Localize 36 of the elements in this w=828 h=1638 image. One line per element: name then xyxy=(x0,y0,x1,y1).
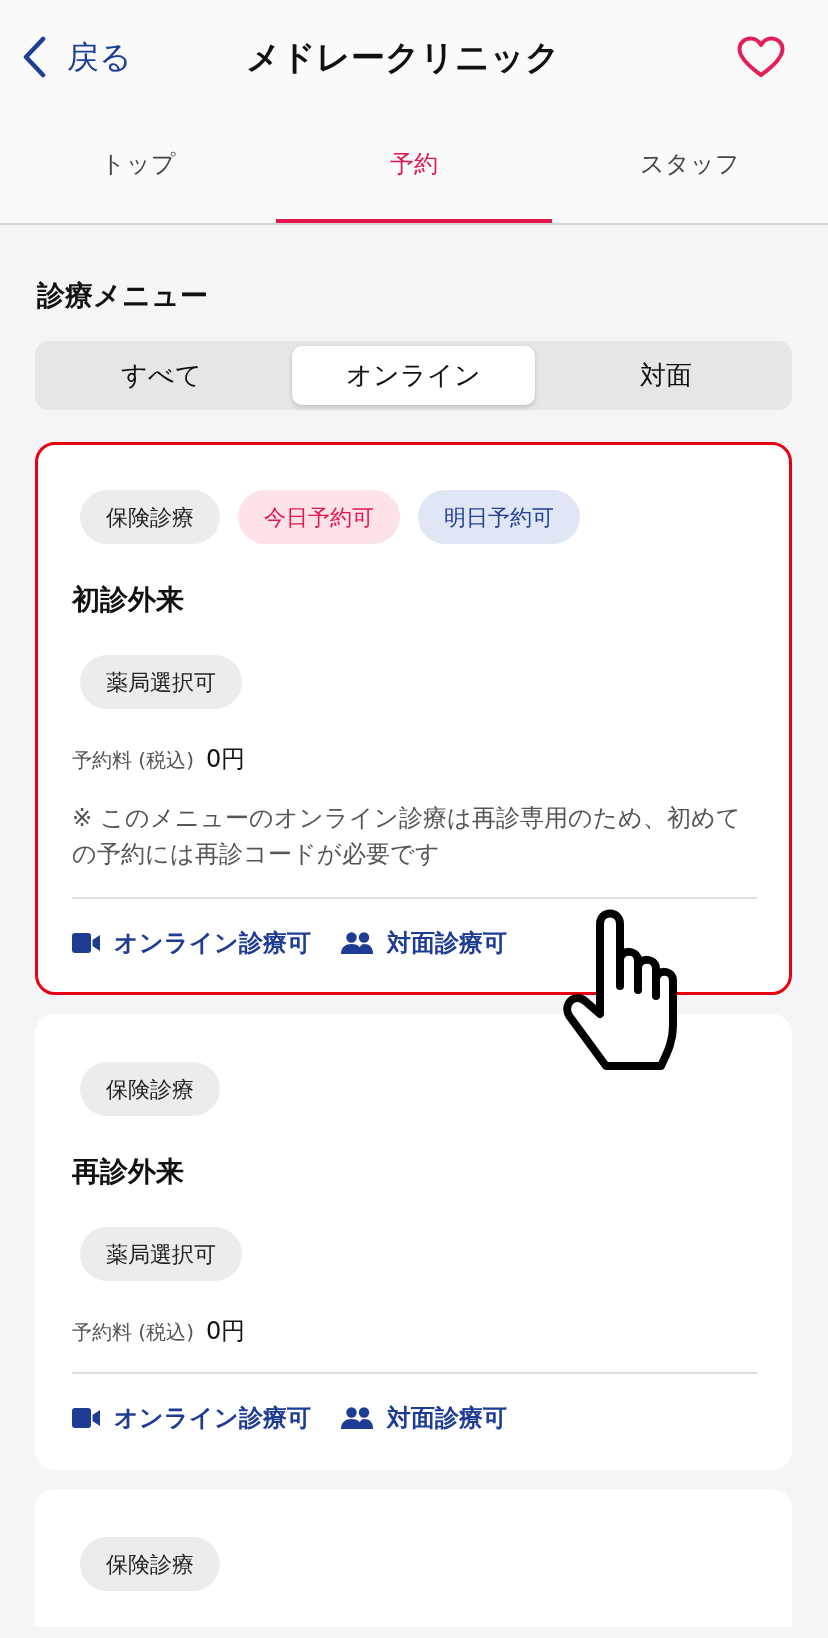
tomorrow-available-tag: 明日予約可 xyxy=(418,490,580,544)
segment-button[interactable]: オンライン xyxy=(292,346,535,405)
people-icon xyxy=(341,932,373,954)
menu-title: 初診外来 xyxy=(72,582,185,618)
video-camera-icon xyxy=(72,933,100,953)
availability-label: オンライン診療可 xyxy=(114,1403,311,1433)
feature-tag: 薬局選択可 xyxy=(80,655,242,709)
note-text: ※ このメニューのオンライン診療は再診専用のため、初めての予約には再診コードが必要です xyxy=(72,803,742,870)
feature-tag: 薬局選択可 xyxy=(80,1227,242,1281)
insurance-tag: 保険診療 xyxy=(80,1537,220,1591)
page-title: メドレークリニック xyxy=(246,36,560,78)
back-button[interactable]: 戻る xyxy=(21,36,132,78)
chevron-left-icon xyxy=(21,36,47,78)
tab[interactable]: トップ xyxy=(0,114,276,223)
menu-card[interactable]: 保険診療 xyxy=(35,1489,792,1627)
heart-icon[interactable] xyxy=(737,36,785,78)
video-camera-icon xyxy=(72,1408,100,1428)
fee-label: 予約料 (税込) xyxy=(72,747,194,774)
fee-value: 0円 xyxy=(205,744,246,774)
insurance-tag: 保険診療 xyxy=(80,1062,220,1116)
people-icon xyxy=(341,1407,373,1429)
menu-card[interactable]: 保険診療 今日予約可 明日予約可 初診外来 薬局選択可 予約料 (税込) 0円 ※ このメニューのオンライン診療は再診専用のため、初めての予約には再診コードが必要です オンライン診療可 対面診療可 xyxy=(35,442,792,995)
availability-label: オンライン診療可 xyxy=(114,928,311,958)
menu-title: 再診外来 xyxy=(72,1154,185,1190)
segment-button[interactable]: すべて xyxy=(40,346,283,405)
availability-label: 対面診療可 xyxy=(387,1403,507,1433)
fee-label: 予約料 (税込) xyxy=(72,1319,194,1346)
availability-label: 対面診療可 xyxy=(387,928,507,958)
segment-button[interactable]: 対面 xyxy=(544,346,787,405)
today-available-tag: 今日予約可 xyxy=(238,490,400,544)
menu-card[interactable]: 保険診療 再診外来 薬局選択可 予約料 (税込) 0円 オンライン診療可 対面診療可 xyxy=(35,1014,792,1470)
tab[interactable]: スタッフ xyxy=(552,114,828,223)
tab[interactable]: 予約 xyxy=(276,114,552,223)
fee-value: 0円 xyxy=(205,1316,246,1346)
section-title: 診療メニュー xyxy=(37,278,209,314)
insurance-tag: 保険診療 xyxy=(80,490,220,544)
